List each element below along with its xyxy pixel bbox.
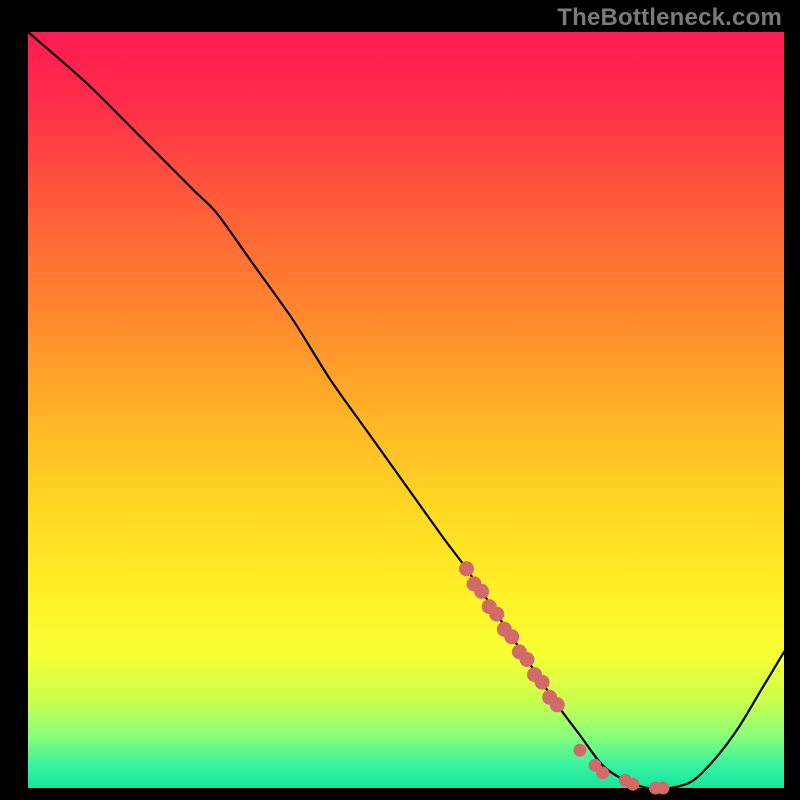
highlight-dot: [489, 607, 504, 622]
plot-background: [28, 32, 784, 788]
highlight-dot: [520, 652, 535, 667]
highlight-dot: [596, 766, 609, 779]
highlight-dot: [573, 744, 586, 757]
highlight-dot: [459, 561, 474, 576]
highlight-dot: [550, 697, 565, 712]
highlight-dot: [504, 629, 519, 644]
highlight-dot: [626, 778, 639, 791]
bottleneck-chart: [0, 0, 800, 800]
highlight-dot: [657, 782, 670, 795]
highlight-dot: [535, 675, 550, 690]
chart-frame: TheBottleneck.com: [0, 0, 800, 800]
highlight-dot: [474, 584, 489, 599]
